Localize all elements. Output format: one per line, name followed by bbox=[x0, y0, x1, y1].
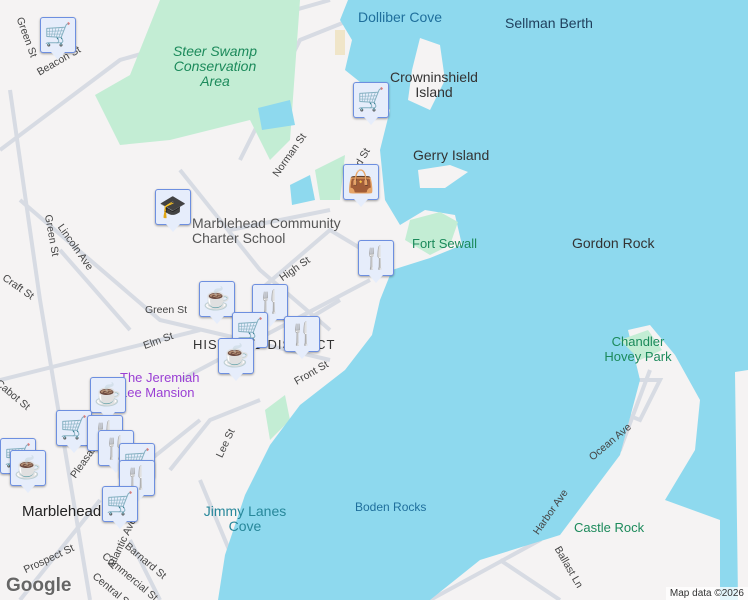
coffee-icon: ☕ bbox=[222, 343, 250, 368]
marker-restaurant[interactable]: 🍴 bbox=[358, 240, 394, 283]
google-logo[interactable]: Google bbox=[6, 575, 71, 597]
label-chandler-hovey-park: Chandler Hovey Park bbox=[604, 334, 672, 364]
marker-grocery[interactable]: 🛒 bbox=[353, 82, 389, 125]
marker-shopping[interactable]: 👜 bbox=[343, 164, 379, 207]
marker-restaurant[interactable]: 🍴 bbox=[284, 316, 320, 359]
road-label: Green St bbox=[145, 304, 188, 316]
label-sellman-berth: Sellman Berth bbox=[505, 15, 593, 31]
label-castle-rock: Castle Rock bbox=[574, 520, 645, 535]
label-gordon-rock: Gordon Rock bbox=[572, 235, 655, 251]
marker-school[interactable]: 🎓 bbox=[155, 189, 191, 232]
cart-icon: 🛒 bbox=[106, 491, 134, 516]
label-steer-swamp: Steer Swamp Conservation Area bbox=[172, 43, 258, 89]
label-boden-rocks: Boden Rocks bbox=[355, 500, 427, 514]
fork-knife-icon: 🍴 bbox=[362, 245, 390, 270]
label-jeremiah-lee-mansion[interactable]: The Jeremiah Lee Mansion bbox=[120, 370, 220, 400]
coffee-icon: ☕ bbox=[94, 382, 122, 407]
label-jimmy-lanes-cove: Jimmy Lanes Cove bbox=[203, 503, 287, 534]
cart-icon: 🛒 bbox=[357, 87, 385, 112]
marker-cafe[interactable]: ☕ bbox=[10, 450, 46, 493]
cart-icon: 🛒 bbox=[44, 22, 72, 47]
marker-cafe[interactable]: ☕ bbox=[199, 281, 235, 324]
label-dolliber-cove: Dolliber Cove bbox=[358, 9, 443, 25]
cart-icon: 🛒 bbox=[60, 415, 88, 440]
map-attribution[interactable]: Map data ©2026 bbox=[665, 587, 748, 600]
coffee-icon: ☕ bbox=[203, 286, 231, 311]
graduation-cap-icon: 🎓 bbox=[159, 194, 187, 219]
label-crowninshield-island: Crowninshield Island bbox=[390, 69, 478, 100]
label-marblehead: Marblehead bbox=[22, 503, 102, 520]
marker-grocery[interactable]: 🛒 bbox=[102, 486, 138, 529]
marker-grocery[interactable]: 🛒 bbox=[40, 17, 76, 60]
label-gerry-island: Gerry Island bbox=[413, 147, 490, 163]
map[interactable]: Dolliber Cove Sellman Berth Boden Rocks … bbox=[0, 0, 748, 600]
coffee-icon: ☕ bbox=[14, 455, 42, 480]
bag-icon: 👜 bbox=[347, 169, 375, 194]
label-fort-sewall: Fort Sewall bbox=[412, 236, 478, 251]
marker-cafe[interactable]: ☕ bbox=[90, 377, 126, 420]
fork-knife-icon: 🍴 bbox=[288, 321, 316, 346]
label-charter-school[interactable]: Marblehead Community Charter School bbox=[192, 216, 342, 246]
marker-cafe[interactable]: ☕ bbox=[218, 338, 254, 381]
